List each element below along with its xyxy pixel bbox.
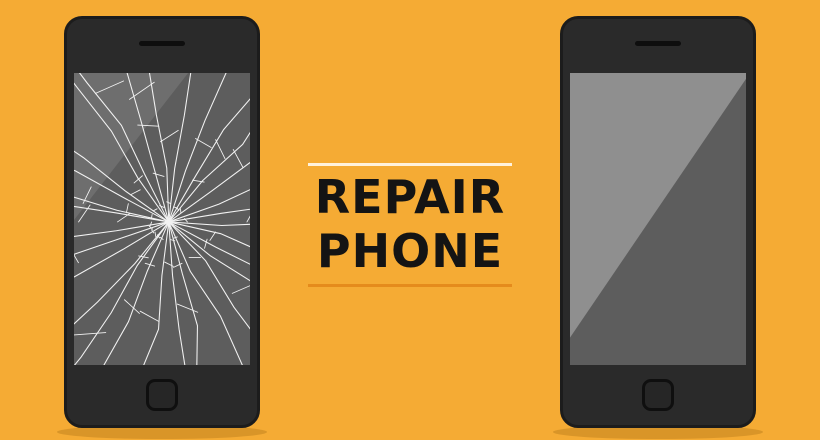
speaker-grille: [139, 41, 185, 46]
crack-ring-segment: [130, 189, 141, 195]
cracked-screen: [74, 73, 250, 365]
home-button: [146, 379, 178, 411]
crack-ring-segment: [209, 231, 216, 241]
speaker-grille: [635, 41, 681, 46]
crack-ring-segment: [170, 239, 176, 242]
crack-ring-segment: [166, 201, 172, 205]
crack-ray: [168, 221, 198, 365]
broken-phone: [57, 16, 267, 439]
crack-lines: [74, 73, 250, 365]
crack-ring-segment: [246, 215, 250, 223]
crack-ring-segment: [117, 213, 131, 223]
crack-ring-segment: [154, 231, 157, 238]
crack-ring-segment: [204, 238, 208, 249]
crack-ray: [103, 221, 170, 365]
screen-glare: [570, 73, 746, 338]
crack-ray: [168, 73, 192, 223]
crack-ring-segment: [195, 138, 212, 148]
title-line-phone: PHONE: [316, 224, 504, 278]
phone-shadow: [57, 425, 267, 439]
crack-ring-segment: [152, 172, 165, 177]
phone-shadow: [553, 425, 763, 439]
crack-ray: [74, 221, 170, 365]
crack-ray: [168, 161, 250, 223]
crack-ring-segment: [173, 236, 178, 239]
crack-ray: [168, 98, 250, 223]
crack-ring-segment: [232, 148, 244, 168]
crack-ring-segment: [173, 206, 178, 209]
crack-ring-segment: [160, 129, 179, 143]
crack-ring-segment: [125, 203, 129, 214]
crack-ring-segment: [215, 139, 226, 160]
repaired-phone: [553, 16, 763, 439]
crack-ray: [74, 221, 170, 255]
title-top-rule: [308, 163, 512, 166]
crack-ring-segment: [74, 332, 107, 336]
title-bottom-rule: [308, 284, 512, 287]
title-block: REPAIR PHONE: [308, 163, 512, 287]
crack-ring-segment: [139, 310, 159, 322]
crack-ring-segment: [153, 208, 158, 212]
crack-ring-segment: [231, 285, 250, 294]
crack-ring-segment: [176, 303, 199, 313]
crack-ray: [168, 131, 250, 223]
home-button: [642, 379, 674, 411]
intact-screen: [570, 73, 746, 365]
screen-glare-layer: [570, 73, 746, 338]
screen-cracks: [74, 73, 250, 365]
title-line-repair: REPAIR: [314, 170, 506, 224]
